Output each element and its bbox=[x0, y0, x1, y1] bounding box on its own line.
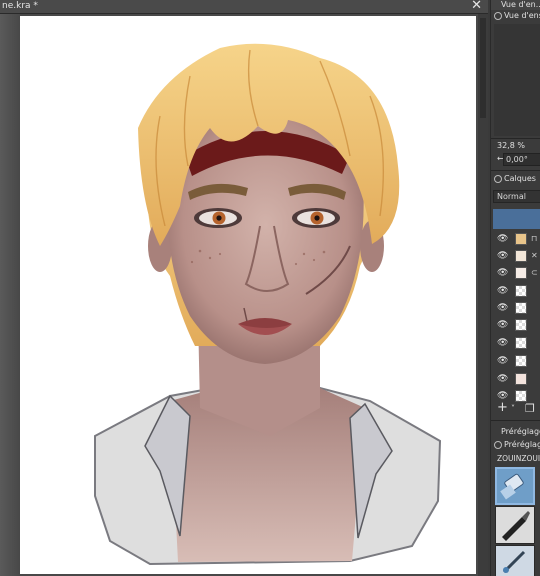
eye-icon[interactable]: 👁 bbox=[497, 338, 508, 348]
layer-thumbnail bbox=[515, 319, 527, 331]
canvas-paper[interactable] bbox=[20, 16, 476, 574]
layer-thumbnail bbox=[515, 390, 527, 402]
document-tab-title: ne.kra * bbox=[2, 1, 38, 11]
eye-icon[interactable]: 👁 bbox=[497, 303, 508, 313]
layer-row[interactable]: 👁 bbox=[491, 317, 540, 333]
duplicate-icon[interactable]: ❐ bbox=[525, 402, 535, 415]
layer-thumbnail bbox=[515, 302, 527, 314]
eye-icon[interactable]: 👁 bbox=[497, 268, 508, 278]
overview-thumbnail[interactable] bbox=[494, 24, 540, 136]
eye-icon[interactable]: 👁 bbox=[497, 234, 508, 244]
circle-icon bbox=[494, 440, 502, 449]
close-icon[interactable]: ✕ bbox=[471, 0, 482, 13]
blend-mode-value: Normal bbox=[497, 192, 526, 201]
overview-tab-label: Vue d'ens bbox=[504, 11, 540, 20]
eraser-brush-icon[interactable] bbox=[495, 467, 535, 505]
layer-row[interactable]: 👁 bbox=[491, 283, 540, 299]
presets-tab-label: Préréglag bbox=[504, 440, 540, 449]
layer-row[interactable]: 👁 bbox=[491, 353, 540, 369]
layer-row[interactable]: 👁 ⊓ bbox=[491, 231, 540, 247]
layers-tab[interactable]: Calques bbox=[491, 174, 540, 186]
layer-thumbnail bbox=[515, 250, 527, 262]
active-layer-row[interactable] bbox=[493, 209, 540, 229]
presets-docker-header[interactable]: Préréglages bbox=[491, 427, 540, 438]
layer-thumbnail bbox=[515, 337, 527, 349]
eye-icon[interactable]: 👁 bbox=[497, 356, 508, 366]
layer-row[interactable]: 👁 bbox=[491, 300, 540, 316]
circle-icon bbox=[494, 174, 502, 183]
layer-thumbnail bbox=[515, 233, 527, 245]
layers-tab-label: Calques bbox=[504, 174, 536, 183]
layer-thumbnail bbox=[515, 355, 527, 367]
rotation-value: 0,00° bbox=[506, 155, 528, 164]
presets-tab[interactable]: Préréglag bbox=[491, 440, 540, 452]
krita-window: ne.kra * ✕ Vue d'en... Vue d'ens 32,8 % … bbox=[0, 0, 540, 576]
eye-icon[interactable]: 👁 bbox=[497, 320, 508, 330]
preset-tag[interactable]: ZOUINZOUIN bbox=[491, 454, 540, 465]
document-tab[interactable]: ne.kra * ✕ bbox=[0, 0, 488, 14]
overview-tab[interactable]: Vue d'ens bbox=[491, 11, 540, 23]
layer-row[interactable]: 👁 bbox=[491, 371, 540, 387]
overview-docker-header[interactable]: Vue d'en... bbox=[491, 0, 540, 10]
circle-icon bbox=[494, 11, 502, 20]
eye-icon[interactable]: 👁 bbox=[497, 286, 508, 296]
layer-thumbnail bbox=[515, 285, 527, 297]
canvas-vertical-scrollbar[interactable] bbox=[478, 14, 488, 576]
portrait-artwork bbox=[94, 43, 442, 566]
layer-flag-icon: ✕ bbox=[531, 251, 538, 260]
chevron-down-icon[interactable]: ˅ bbox=[511, 404, 515, 413]
pencil-brush-icon[interactable] bbox=[495, 545, 535, 576]
layer-row[interactable]: 👁 ✕ bbox=[491, 248, 540, 264]
blend-mode-select[interactable]: Normal bbox=[493, 190, 540, 203]
eye-icon[interactable]: 👁 bbox=[497, 374, 508, 384]
right-docker: Vue d'en... Vue d'ens 32,8 % ⟷ 0,00° Cal… bbox=[490, 0, 540, 576]
layer-row[interactable]: 👁 ⊂ bbox=[491, 265, 540, 281]
zoom-level[interactable]: 32,8 % bbox=[491, 141, 540, 151]
pen-brush-icon[interactable] bbox=[495, 506, 535, 544]
layer-row[interactable]: 👁 bbox=[491, 335, 540, 351]
layer-thumbnail bbox=[515, 267, 527, 279]
add-icon[interactable]: + bbox=[497, 400, 508, 415]
eye-icon[interactable]: 👁 bbox=[497, 251, 508, 261]
layer-thumbnail bbox=[515, 373, 527, 385]
canvas-area[interactable] bbox=[0, 14, 488, 576]
layer-flag-icon: ⊓ bbox=[531, 234, 538, 243]
rotation-field[interactable]: 0,00° bbox=[503, 153, 540, 166]
layer-flag-icon: ⊂ bbox=[531, 268, 538, 277]
